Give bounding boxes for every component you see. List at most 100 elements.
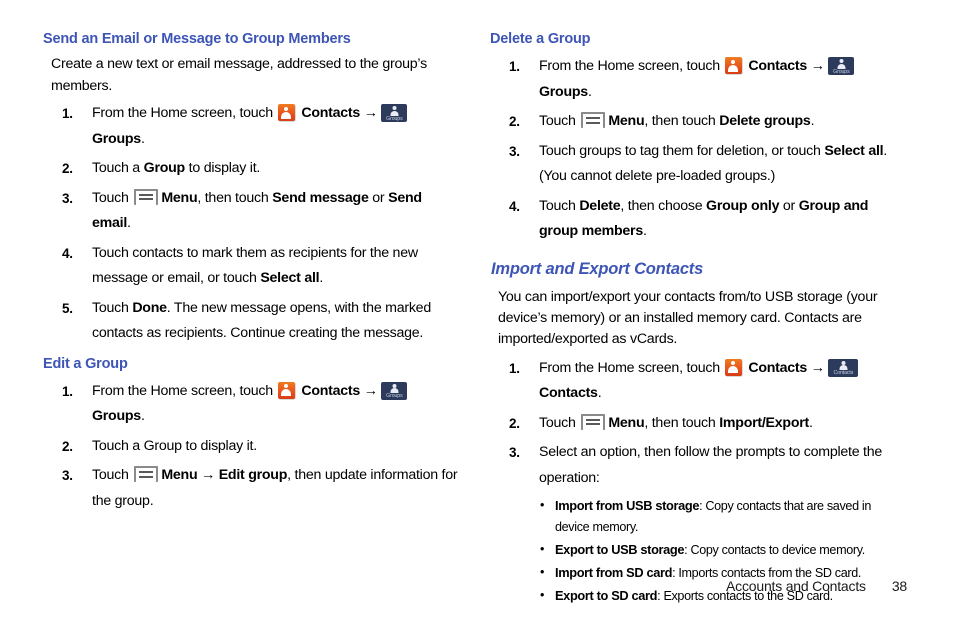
step-text-pre: Touch	[92, 189, 129, 206]
step-text-pre: Touch contacts to mark them as recipient…	[92, 244, 418, 287]
step-text-pre: Touch	[539, 197, 576, 214]
step-bold-term: Done	[132, 299, 167, 316]
steps-delete-a-group: 1. From the Home screen, touch Contacts …	[487, 54, 907, 245]
person-glyph	[838, 360, 849, 371]
tab-icon-caption: Groups	[386, 115, 403, 122]
step-number: 2.	[509, 415, 520, 431]
step-text-pre: From the Home screen, touch	[539, 359, 720, 376]
footer-chapter-label: Accounts and Contacts	[726, 578, 866, 594]
step-text-pre: From the Home screen, touch	[92, 382, 273, 399]
step-bold-term: Send message	[272, 189, 369, 206]
steps-edit-a-group: 1. From the Home screen, touch Contacts …	[40, 379, 460, 515]
step-bold-term: Delete groups	[719, 113, 811, 129]
tab-label: Contacts	[539, 385, 598, 401]
step-text-pre: Select an option, then follow the prompt…	[539, 444, 883, 486]
step-text-mid: , then choose	[620, 197, 703, 214]
right-column: Delete a Group 1. From the Home screen, …	[487, 30, 907, 608]
step-text-pre: From the Home screen, touch	[92, 105, 273, 121]
heading-edit-a-group: Edit a Group	[43, 355, 128, 372]
heading-delete-a-group: Delete a Group	[490, 31, 591, 47]
tab-icon-caption: Contacts	[833, 370, 854, 376]
menu-key-icon	[134, 188, 159, 205]
step-number: 1.	[62, 383, 73, 399]
step-number: 1.	[62, 106, 73, 121]
step-item: 1. From the Home screen, touch Contacts …	[487, 54, 907, 105]
step-text-post: .	[810, 113, 815, 129]
steps-import-export: 1. From the Home screen, touch Contacts …	[487, 356, 907, 608]
option-description: : Copy contacts to device memory.	[684, 543, 865, 557]
step-number: 3.	[62, 190, 73, 206]
step-bold-term: Edit group	[218, 467, 288, 483]
step-item: 2. Touch a Group to display it.	[40, 156, 460, 182]
step-item: 3. Touch groups to tag them for deletion…	[487, 139, 907, 190]
arrow-glyph: →	[201, 467, 215, 483]
step-text-post: .	[808, 414, 813, 431]
step-text-mid: , then touch	[197, 189, 269, 206]
menu-bar-bottom	[585, 121, 601, 124]
menu-key-icon	[134, 466, 159, 482]
manual-page: Send an Email or Message to Group Member…	[0, 0, 954, 636]
menu-label: Menu	[608, 414, 645, 431]
step-item: 2. Touch Menu, then touch Delete groups.	[487, 109, 907, 135]
contacts-app-icon	[724, 57, 742, 74]
menu-bar-bottom	[138, 198, 154, 201]
intro-paragraph-send-email: Create a new text or email message, addr…	[40, 54, 460, 97]
step-text-pre: Touch	[539, 414, 576, 431]
contacts-app-icon	[277, 104, 295, 121]
menu-label: Menu	[161, 189, 198, 206]
step-bold-term: Select all	[824, 142, 884, 159]
step-text-pre: Touch a Group to display it.	[92, 437, 257, 454]
step-item: 2. Touch Menu, then touch Import/Export.	[487, 411, 907, 437]
step-text-post: .	[642, 223, 647, 239]
step-text-post: .	[597, 385, 602, 401]
menu-bar-bottom	[585, 423, 601, 426]
step-text-post: to display it.	[188, 160, 261, 176]
app-label: Contacts	[748, 359, 808, 376]
step-item: 4. Touch Delete, then choose Group only …	[487, 194, 907, 245]
step-item: 3. Touch Menu → Edit group, then update …	[40, 463, 460, 514]
step-text-pre: Touch groups to tag them for deletion, o…	[539, 142, 821, 159]
step-number: 1.	[509, 59, 520, 74]
steps-send-email-or-message: 1. From the Home screen, touch Contacts …	[40, 101, 460, 347]
step-number: 3.	[509, 143, 520, 159]
step-text-post: .	[140, 130, 145, 147]
tab-label: Groups	[92, 408, 141, 424]
arrow-glyph: →	[810, 58, 825, 74]
step-number: 4.	[62, 245, 73, 261]
menu-key-icon	[581, 413, 606, 430]
step-text-pre: Touch	[92, 467, 129, 483]
step-bold-term: Select all	[260, 270, 320, 286]
arrow-glyph: →	[363, 105, 378, 121]
contacts-app-icon	[724, 358, 742, 376]
step-item: 3. Touch Menu, then touch Send message o…	[40, 186, 460, 237]
step-item: 1. From the Home screen, touch Contacts …	[487, 356, 907, 407]
option-term: Export to USB storage	[555, 542, 685, 557]
heading-import-and-export-contacts: Import and Export Contacts	[491, 259, 704, 278]
contacts-tab-icon: Contacts	[828, 358, 859, 377]
option-term: Import from USB storage	[555, 498, 700, 513]
menu-label: Menu	[608, 113, 645, 129]
step-text-post: .	[127, 215, 131, 231]
step-bold-term: Import/Export	[719, 414, 809, 431]
step-number: 3.	[509, 445, 520, 460]
step-text-mid: , then touch	[644, 113, 716, 129]
list-item: • Import from USB storage: Copy contacts…	[539, 495, 907, 538]
arrow-glyph: →	[363, 382, 378, 399]
arrow-glyph: →	[810, 359, 825, 376]
step-item: 1. From the Home screen, touch Contacts …	[40, 379, 460, 430]
tab-label: Groups	[92, 130, 141, 147]
step-text-pre: Touch a	[92, 160, 140, 176]
step-text-pre: Touch	[92, 299, 129, 316]
step-number: 4.	[509, 198, 520, 214]
intro-paragraph-import-export: You can import/export your contacts from…	[487, 287, 907, 350]
person-glyph	[836, 59, 847, 69]
menu-bar-top	[585, 418, 601, 421]
step-bold-term: Group	[143, 160, 186, 176]
step-item: 5. Touch Done. The new message opens, wi…	[40, 296, 460, 347]
tab-icon-caption: Groups	[386, 393, 403, 399]
person-glyph	[389, 106, 400, 116]
menu-bar-bottom	[138, 475, 154, 478]
app-label: Contacts	[301, 105, 361, 121]
contacts-app-icon	[277, 381, 295, 399]
left-column: Send an Email or Message to Group Member…	[40, 30, 460, 518]
